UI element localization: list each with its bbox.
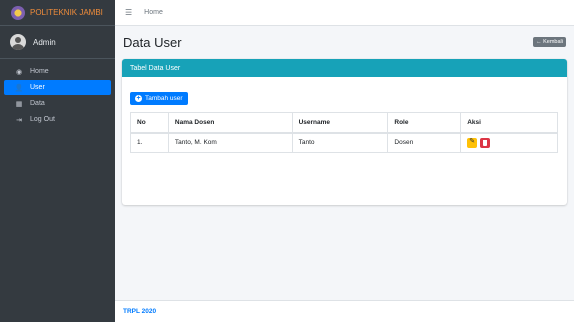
cell-no: 1. — [130, 132, 169, 153]
sidebar-item-data[interactable]: ▦ Data — [4, 96, 111, 111]
brand-link[interactable]: POLITEKNIK JAMBI — [0, 0, 115, 26]
column-header: Username — [291, 112, 389, 134]
column-header: Nama Dosen — [167, 112, 293, 134]
brand-name: POLITEKNIK JAMBI — [30, 8, 103, 17]
card-title: Tabel Data User — [122, 59, 567, 77]
avatar — [10, 34, 26, 50]
add-user-button[interactable]: + Tambah user — [130, 92, 188, 105]
user-name: Admin — [33, 37, 56, 47]
edit-icon[interactable] — [467, 137, 478, 148]
sidebar: POLITEKNIK JAMBI Admin ◉ Home 👤 User ▦ D… — [0, 0, 115, 322]
footer: TRPL 2020 — [115, 300, 574, 322]
user-icon: 👤 — [14, 84, 24, 92]
logout-icon: ⇥ — [16, 116, 22, 124]
hamburger-menu-icon[interactable]: ☰ — [125, 8, 132, 17]
cell-nama: Tanto, M. Kom — [167, 132, 293, 153]
user-panel[interactable]: Admin — [0, 26, 115, 59]
user-table-card: Tabel Data User + Tambah user No Nama Do… — [122, 59, 567, 205]
cell-actions — [460, 132, 558, 153]
table-header-row: No Nama Dosen Username Role Aksi — [130, 112, 558, 134]
dashboard-icon: ◉ — [15, 68, 23, 76]
add-user-label: Tambah user — [145, 95, 183, 102]
user-table: No Nama Dosen Username Role Aksi 1. Tant… — [130, 112, 558, 153]
column-header: No — [130, 112, 169, 134]
sidebar-item-user[interactable]: 👤 User — [4, 80, 111, 95]
table-icon: ▦ — [15, 100, 23, 108]
cell-role: Dosen — [387, 132, 462, 153]
table-row: 1. Tanto, M. Kom Tanto Dosen — [130, 132, 558, 153]
page-title: Data User — [123, 34, 182, 50]
sidebar-item-home[interactable]: ◉ Home — [4, 64, 111, 79]
home-link[interactable]: Home — [144, 9, 163, 16]
sidebar-item-label: Data — [30, 100, 45, 107]
back-button[interactable]: ← Kembali — [533, 37, 566, 47]
plus-circle-icon: + — [135, 95, 142, 102]
brand-logo — [11, 5, 25, 20]
column-header: Role — [387, 112, 462, 134]
topbar: ☰ Home — [115, 0, 574, 26]
sidebar-nav: ◉ Home 👤 User ▦ Data ⇥ Log Out — [0, 59, 115, 127]
sidebar-item-logout[interactable]: ⇥ Log Out — [4, 112, 111, 127]
column-header: Aksi — [460, 112, 558, 134]
content-header: Data User ← Kembali — [115, 26, 574, 58]
sidebar-item-label: Home — [30, 68, 49, 75]
sidebar-item-label: User — [30, 84, 45, 91]
cell-username: Tanto — [291, 132, 389, 153]
trash-icon[interactable] — [480, 137, 491, 148]
content-wrapper: Data User ← Kembali Tabel Data User + Ta… — [115, 26, 574, 205]
card-body: + Tambah user No Nama Dosen Username Rol… — [122, 77, 567, 153]
sidebar-item-label: Log Out — [30, 116, 55, 123]
